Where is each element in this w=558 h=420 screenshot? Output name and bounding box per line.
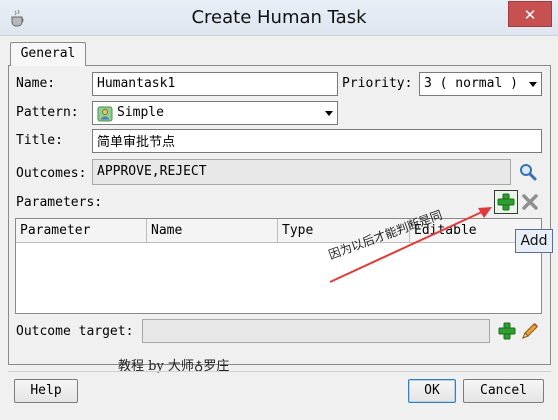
pattern-select[interactable]: Simple [92, 101, 338, 125]
cancel-button[interactable]: Cancel [463, 379, 544, 403]
green-plus-icon[interactable] [497, 321, 517, 341]
add-tooltip: Add [515, 229, 553, 253]
priority-label: Priority: [342, 76, 413, 91]
name-input[interactable] [97, 73, 333, 93]
priority-select[interactable]: 3 ( normal ) [419, 72, 542, 96]
title-input[interactable] [97, 130, 537, 150]
outcomes-label: Outcomes: [16, 166, 87, 181]
green-plus-icon [497, 193, 515, 211]
tab-general[interactable]: General [10, 42, 86, 66]
outcome-target-field[interactable] [142, 319, 490, 343]
ok-button[interactable]: OK [408, 379, 456, 403]
name-field[interactable] [92, 72, 338, 96]
help-button[interactable]: Help [14, 379, 78, 403]
close-button[interactable]: ✕ [508, 1, 552, 27]
title-label: Title: [16, 133, 63, 148]
pencil-icon[interactable] [520, 321, 540, 341]
chevron-down-icon [529, 82, 537, 87]
add-parameter-button[interactable] [494, 190, 518, 214]
column-header-name[interactable]: Name [147, 219, 278, 243]
priority-value: 3 ( normal ) [424, 76, 518, 91]
gray-x-icon[interactable] [520, 192, 540, 212]
chevron-down-icon [325, 111, 333, 116]
title-bar[interactable]: Create Human Task ✕ [0, 0, 558, 36]
outcome-target-label: Outcome target: [16, 324, 134, 339]
divider [8, 371, 551, 372]
parameters-table[interactable]: Parameter Name Type Editable [15, 218, 542, 314]
table-header: Parameter Name Type Editable [16, 219, 541, 243]
parameters-label: Parameters: [16, 195, 103, 210]
search-icon[interactable] [518, 162, 538, 182]
pattern-label: Pattern: [16, 105, 79, 120]
pattern-value: Simple [117, 105, 164, 120]
outcomes-field: APPROVE,REJECT [92, 159, 511, 185]
column-header-parameter[interactable]: Parameter [16, 219, 147, 243]
person-icon [97, 106, 113, 122]
name-label: Name: [16, 76, 56, 91]
title-field[interactable] [92, 129, 542, 153]
window-title: Create Human Task [191, 7, 367, 28]
